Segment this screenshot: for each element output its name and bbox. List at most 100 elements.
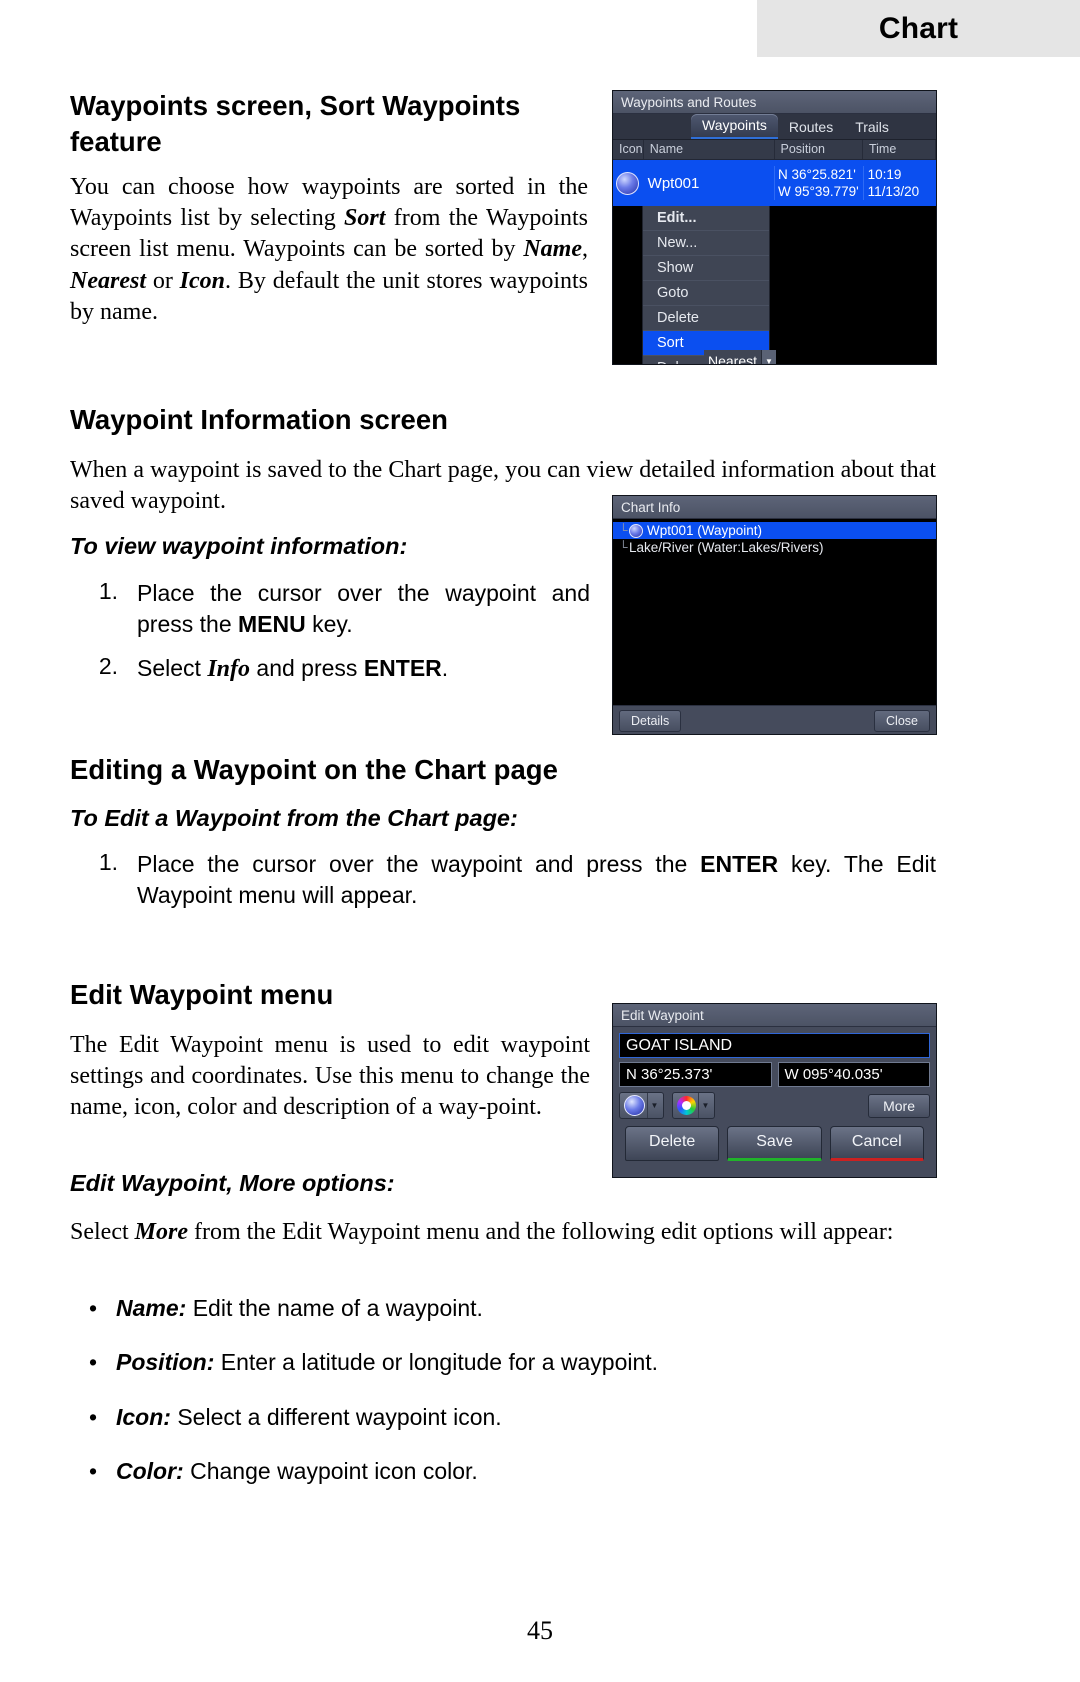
bullet-text: Name: Edit the name of a waypoint. bbox=[116, 1293, 936, 1324]
bullet-text: Color: Change waypoint icon color. bbox=[116, 1456, 936, 1487]
waypoint-name-input[interactable]: GOAT ISLAND bbox=[619, 1033, 930, 1058]
bullet-desc: Select a different waypoint icon. bbox=[170, 1403, 502, 1430]
emph-more: More bbox=[134, 1219, 188, 1245]
section-paragraph-waypoints-sort: You can choose how waypoints are sorted … bbox=[70, 172, 588, 328]
menu-item-show[interactable]: Show bbox=[643, 256, 769, 281]
tab-waypoints[interactable]: Waypoints bbox=[691, 114, 778, 139]
chart-info-row-label: Wpt001 (Waypoint) bbox=[647, 523, 763, 538]
bullet-icon: • bbox=[88, 1349, 98, 1376]
bullet-text: Icon: Select a different waypoint icon. bbox=[116, 1402, 936, 1433]
waypoints-context-menu: Edit... New... Show Goto Delete Sort Del… bbox=[642, 206, 770, 364]
bullet-label-icon: Icon: bbox=[116, 1403, 171, 1430]
tree-branch-icon: └ bbox=[619, 540, 628, 554]
more-para-post: from the Edit Waypoint menu and the foll… bbox=[187, 1219, 894, 1245]
details-button[interactable]: Details bbox=[619, 710, 682, 732]
menu-item-edit[interactable]: Edit... bbox=[643, 206, 769, 231]
color-wheel-icon bbox=[677, 1096, 696, 1115]
section-heading-edit-waypoint-menu: Edit Waypoint menu bbox=[70, 979, 334, 1010]
emph-name: Name bbox=[523, 236, 582, 263]
chevron-down-icon[interactable]: ▼ bbox=[698, 1093, 712, 1118]
color-picker-button[interactable]: ▼ bbox=[672, 1092, 715, 1119]
emph-nearest: Nearest bbox=[70, 267, 146, 294]
page-number: 45 bbox=[527, 1616, 553, 1645]
close-button[interactable]: Close bbox=[874, 710, 930, 732]
chart-info-row-label: Lake/River (Water:Lakes/Rivers) bbox=[629, 540, 824, 555]
key-menu: MENU bbox=[238, 611, 306, 638]
waypoint-time-cell: 10:19 11/13/20 bbox=[862, 165, 936, 201]
cancel-button[interactable]: Cancel bbox=[829, 1126, 924, 1161]
tab-trails[interactable]: Trails bbox=[844, 116, 900, 139]
waypoint-date: 11/13/20 bbox=[867, 184, 920, 199]
page-header-title: Chart bbox=[878, 11, 959, 45]
step-text-post: key. bbox=[305, 611, 353, 638]
waypoints-column-headers: Icon Name Position Time bbox=[613, 140, 936, 160]
chart-info-row-waypoint[interactable]: └ Wpt001 (Waypoint) bbox=[613, 522, 936, 539]
bullet-text: Position: Enter a latitude or longitude … bbox=[116, 1347, 936, 1378]
waypoints-panel-title: Waypoints and Routes bbox=[613, 91, 936, 114]
icon-picker-button[interactable]: ▼ bbox=[619, 1092, 664, 1119]
section-paragraph-edit-waypoint-menu: The Edit Waypoint menu is used to edit w… bbox=[70, 1032, 590, 1121]
longitude-input[interactable]: W 095°40.035' bbox=[777, 1062, 930, 1087]
chart-info-footer: Details Close bbox=[613, 705, 936, 734]
steps-edit-waypoint: 1. Place the cursor over the waypoint an… bbox=[70, 849, 936, 912]
bullet-label-color: Color: bbox=[116, 1457, 184, 1484]
step-item: 2. Select Info and press ENTER. bbox=[70, 653, 590, 686]
edit-waypoint-footer: Delete Save Cancel bbox=[619, 1119, 930, 1161]
menu-item-delete[interactable]: Delete bbox=[643, 306, 769, 331]
waypoint-position-cell: N 36°25.821' W 95°39.779' bbox=[773, 165, 863, 201]
waypoints-tabbar: Waypoints Routes Trails bbox=[613, 114, 936, 140]
tab-routes[interactable]: Routes bbox=[778, 116, 844, 139]
column-header-name: Name bbox=[644, 140, 775, 159]
emph-icon: Icon bbox=[179, 267, 225, 294]
step-item: 1. Place the cursor over the waypoint an… bbox=[70, 849, 936, 912]
waypoint-longitude: W 95°39.779' bbox=[777, 184, 859, 199]
waypoint-name-cell: Wpt001 bbox=[647, 174, 700, 192]
waypoints-and-routes-screenshot: Waypoints and Routes Waypoints Routes Tr… bbox=[612, 90, 937, 365]
waypoint-list-row[interactable]: Wpt001 N 36°25.821' W 95°39.779' 10:19 1… bbox=[613, 160, 936, 206]
waypoint-icon-cell bbox=[613, 171, 642, 195]
step-text-post: . bbox=[441, 654, 449, 681]
step-number: 1. bbox=[98, 849, 118, 875]
more-para-pre: Select bbox=[70, 1219, 135, 1245]
chart-info-title: Chart Info bbox=[613, 496, 936, 519]
section-heading-waypoints-sort: Waypoints screen, Sort Waypoints feature bbox=[70, 90, 521, 158]
column-header-time: Time bbox=[863, 140, 936, 159]
step-number: 2. bbox=[98, 652, 118, 679]
sort-combobox[interactable]: Nearest ▼ bbox=[704, 350, 776, 365]
list-item: • Icon: Select a different waypoint icon… bbox=[70, 1402, 936, 1433]
waypoint-time: 10:19 bbox=[867, 166, 902, 182]
waypoint-marker-icon bbox=[624, 1095, 645, 1116]
tree-branch-icon: └ bbox=[619, 523, 628, 537]
menu-item-new[interactable]: New... bbox=[643, 231, 769, 256]
page-header: Chart bbox=[757, 0, 1080, 57]
edit-waypoint-title: Edit Waypoint bbox=[613, 1004, 936, 1027]
key-enter: ENTER bbox=[363, 654, 442, 681]
waypoint-marker-icon bbox=[629, 523, 643, 538]
sort-combobox-value: Nearest bbox=[708, 353, 758, 365]
delete-button[interactable]: Delete bbox=[625, 1126, 720, 1161]
list-item: • Name: Edit the name of a waypoint. bbox=[70, 1293, 936, 1324]
subheading-more-options: Edit Waypoint, More options: bbox=[70, 1170, 395, 1196]
bullet-desc: Enter a latitude or longitude for a wayp… bbox=[214, 1349, 659, 1376]
bullet-icon: • bbox=[88, 1403, 98, 1430]
more-button[interactable]: More bbox=[868, 1093, 930, 1118]
subheading-view-waypoint-info: To view waypoint information: bbox=[70, 533, 408, 559]
column-header-position: Position bbox=[775, 140, 863, 159]
latitude-input[interactable]: N 36°25.373' bbox=[619, 1062, 772, 1087]
bullet-label-position: Position: bbox=[116, 1349, 215, 1376]
bullet-desc: Change waypoint icon color. bbox=[183, 1457, 478, 1484]
emph-info: Info bbox=[207, 655, 251, 682]
bullet-icon: • bbox=[88, 1295, 98, 1321]
chevron-down-icon[interactable]: ▼ bbox=[761, 350, 776, 364]
menu-item-goto[interactable]: Goto bbox=[643, 281, 769, 306]
chevron-down-icon[interactable]: ▼ bbox=[647, 1093, 661, 1118]
subheading-edit-waypoint-chart: To Edit a Waypoint from the Chart page: bbox=[70, 805, 518, 831]
step-text: Select Info and press ENTER. bbox=[137, 653, 590, 686]
column-header-icon: Icon bbox=[613, 140, 644, 159]
key-enter: ENTER bbox=[700, 851, 779, 877]
save-button[interactable]: Save bbox=[727, 1126, 822, 1161]
chart-info-row-lakeriver[interactable]: └ Lake/River (Water:Lakes/Rivers) bbox=[613, 539, 936, 556]
section-paragraph-more-options: Select More from the Edit Waypoint menu … bbox=[70, 1217, 936, 1248]
edit-waypoint-body: GOAT ISLAND N 36°25.373' W 095°40.035' ▼… bbox=[613, 1027, 936, 1161]
chart-info-screenshot: Chart Info └ Wpt001 (Waypoint) └ Lake/Ri… bbox=[612, 495, 937, 735]
